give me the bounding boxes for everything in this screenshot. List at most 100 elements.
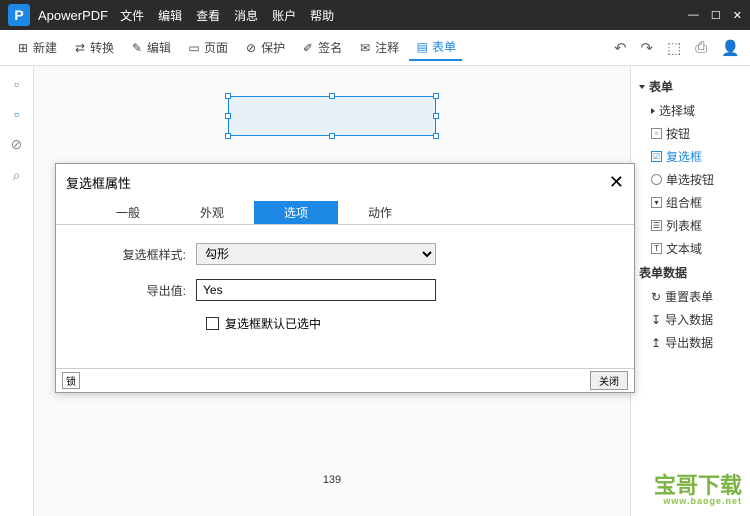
export-label: 导出值:: [86, 282, 196, 299]
tool-convert[interactable]: ⇄转换: [67, 35, 120, 60]
watermark: 宝哥下载 www.baoge.net: [654, 475, 742, 506]
panel-item-combobox[interactable]: ▾组合框: [637, 191, 744, 214]
dialog-tabs: 一般 外观 选项 动作: [56, 201, 634, 225]
page-icon: ▭: [187, 41, 201, 55]
panel-item-import[interactable]: ↧导入数据: [637, 308, 744, 331]
tool-convert-label: 转换: [90, 39, 114, 56]
resize-handle[interactable]: [225, 93, 231, 99]
default-checked-label: 复选框默认已选中: [225, 315, 321, 332]
tool-form[interactable]: ▤表单: [409, 34, 462, 61]
shield-icon: ⊘: [244, 41, 258, 55]
maximize-button[interactable]: ☐: [711, 9, 721, 22]
dialog-title-text: 复选框属性: [66, 173, 131, 192]
dialog-close-button[interactable]: ✕: [609, 172, 624, 193]
tool-form-label: 表单: [432, 38, 456, 55]
panel-item-label: 组合框: [666, 194, 702, 211]
button-icon: ▫: [651, 128, 662, 139]
tool-protect[interactable]: ⊘保护: [238, 35, 291, 60]
tool-sign[interactable]: ✐签名: [295, 35, 348, 60]
tool-annotate-label: 注释: [375, 39, 399, 56]
menu-view[interactable]: 查看: [196, 7, 220, 24]
menu-edit[interactable]: 编辑: [158, 7, 182, 24]
toolbar: ⊞新建 ⇄转换 ✎编辑 ▭页面 ⊘保护 ✐签名 ✉注释 ▤表单 ↶ ↷ ⬚ ⎙ …: [0, 30, 750, 66]
rail-page-icon[interactable]: ▫: [14, 76, 19, 92]
rail-search-icon[interactable]: ⌕: [13, 167, 21, 184]
tab-options[interactable]: 选项: [254, 201, 338, 224]
panel-item-label: 文本域: [666, 240, 702, 257]
panel-item-label: 列表框: [666, 217, 702, 234]
menu-help[interactable]: 帮助: [310, 7, 334, 24]
checkbox-icon: ☑: [651, 151, 662, 162]
rail-bookmark-icon[interactable]: ▫: [14, 106, 19, 122]
redo-button[interactable]: ↷: [641, 39, 654, 57]
export-input[interactable]: [196, 279, 436, 301]
titlebar: P ApowerPDF 文件 编辑 查看 消息 账户 帮助 — ☐ ✕: [0, 0, 750, 30]
panel-item-checkbox[interactable]: ☑复选框: [637, 145, 744, 168]
panel-item-textfield[interactable]: T文本域: [637, 237, 744, 260]
panel-item-radio[interactable]: 单选按钮: [637, 168, 744, 191]
resize-handle[interactable]: [329, 133, 335, 139]
tool-annotate[interactable]: ✉注释: [352, 35, 405, 60]
panel-item-button[interactable]: ▫ 按钮: [637, 122, 744, 145]
default-checked-row: 复选框默认已选中: [206, 315, 604, 332]
resize-handle[interactable]: [329, 93, 335, 99]
toolbar-right: ↶ ↷ ⬚ ⎙ 👤: [614, 39, 740, 57]
dialog-close-footer-button[interactable]: 关闭: [590, 371, 628, 390]
print-button[interactable]: ⎙: [695, 39, 707, 57]
section-title-label: 表单数据: [639, 264, 687, 281]
menu-message[interactable]: 消息: [234, 7, 258, 24]
radio-icon: [651, 174, 662, 185]
plus-icon: ⊞: [16, 41, 30, 55]
right-panel: 表单 选择域 ▫ 按钮 ☑复选框 单选按钮 ▾组合框 ☰列表框 T文本域 表单数据…: [630, 66, 750, 516]
form-field-selected[interactable]: [228, 96, 436, 136]
menu-account[interactable]: 账户: [272, 7, 296, 24]
tool-edit[interactable]: ✎编辑: [124, 35, 177, 60]
tool-page[interactable]: ▭页面: [181, 35, 234, 60]
panel-item-listbox[interactable]: ☰列表框: [637, 214, 744, 237]
app-logo: P: [8, 4, 30, 26]
panel-item-select-field[interactable]: 选择域: [637, 99, 744, 122]
panel-item-reset[interactable]: ↻重置表单: [637, 285, 744, 308]
resize-handle[interactable]: [433, 113, 439, 119]
resize-handle[interactable]: [225, 113, 231, 119]
panel-item-label: 重置表单: [665, 288, 713, 305]
tool-protect-label: 保护: [261, 39, 285, 56]
tool-new[interactable]: ⊞新建: [10, 35, 63, 60]
rail-attach-icon[interactable]: ⊘: [11, 136, 23, 153]
panel-section-data: 表单数据: [639, 264, 744, 281]
dialog-titlebar[interactable]: 复选框属性 ✕: [56, 164, 634, 201]
panel-item-export[interactable]: ↥导出数据: [637, 331, 744, 354]
user-button[interactable]: 👤: [721, 39, 740, 57]
tab-appearance[interactable]: 外观: [170, 201, 254, 224]
close-button[interactable]: ✕: [733, 9, 742, 22]
resize-handle[interactable]: [225, 133, 231, 139]
edit-icon: ✎: [130, 41, 144, 55]
page-number: 139: [323, 474, 341, 486]
style-label: 复选框样式:: [86, 246, 196, 263]
panel-item-label: 导入数据: [665, 311, 713, 328]
dialog-body: 复选框样式: 勾形 导出值: 复选框默认已选中: [56, 225, 634, 350]
resize-handle[interactable]: [433, 133, 439, 139]
style-row: 复选框样式: 勾形: [86, 243, 604, 265]
minimize-button[interactable]: —: [688, 9, 699, 22]
style-select[interactable]: 勾形: [196, 243, 436, 265]
tab-actions[interactable]: 动作: [338, 201, 422, 224]
tab-general[interactable]: 一般: [86, 201, 170, 224]
comment-icon: ✉: [358, 41, 372, 55]
panel-item-label: 导出数据: [665, 334, 713, 351]
tool-edit-label: 编辑: [147, 39, 171, 56]
convert-icon: ⇄: [73, 41, 87, 55]
undo-button[interactable]: ↶: [614, 39, 627, 57]
resize-handle[interactable]: [433, 93, 439, 99]
dialog-footer: 锁 关闭: [56, 368, 634, 392]
tool-page-label: 页面: [204, 39, 228, 56]
save-button[interactable]: ⬚: [667, 39, 681, 57]
panel-section-form: 表单: [639, 78, 744, 95]
menu-file[interactable]: 文件: [120, 7, 144, 24]
panel-item-label: 按钮: [666, 125, 690, 142]
panel-item-label: 选择域: [659, 102, 695, 119]
tool-sign-label: 签名: [318, 39, 342, 56]
lock-indicator[interactable]: 锁: [62, 372, 80, 389]
default-checked-checkbox[interactable]: [206, 317, 219, 330]
form-icon: ▤: [415, 40, 429, 54]
